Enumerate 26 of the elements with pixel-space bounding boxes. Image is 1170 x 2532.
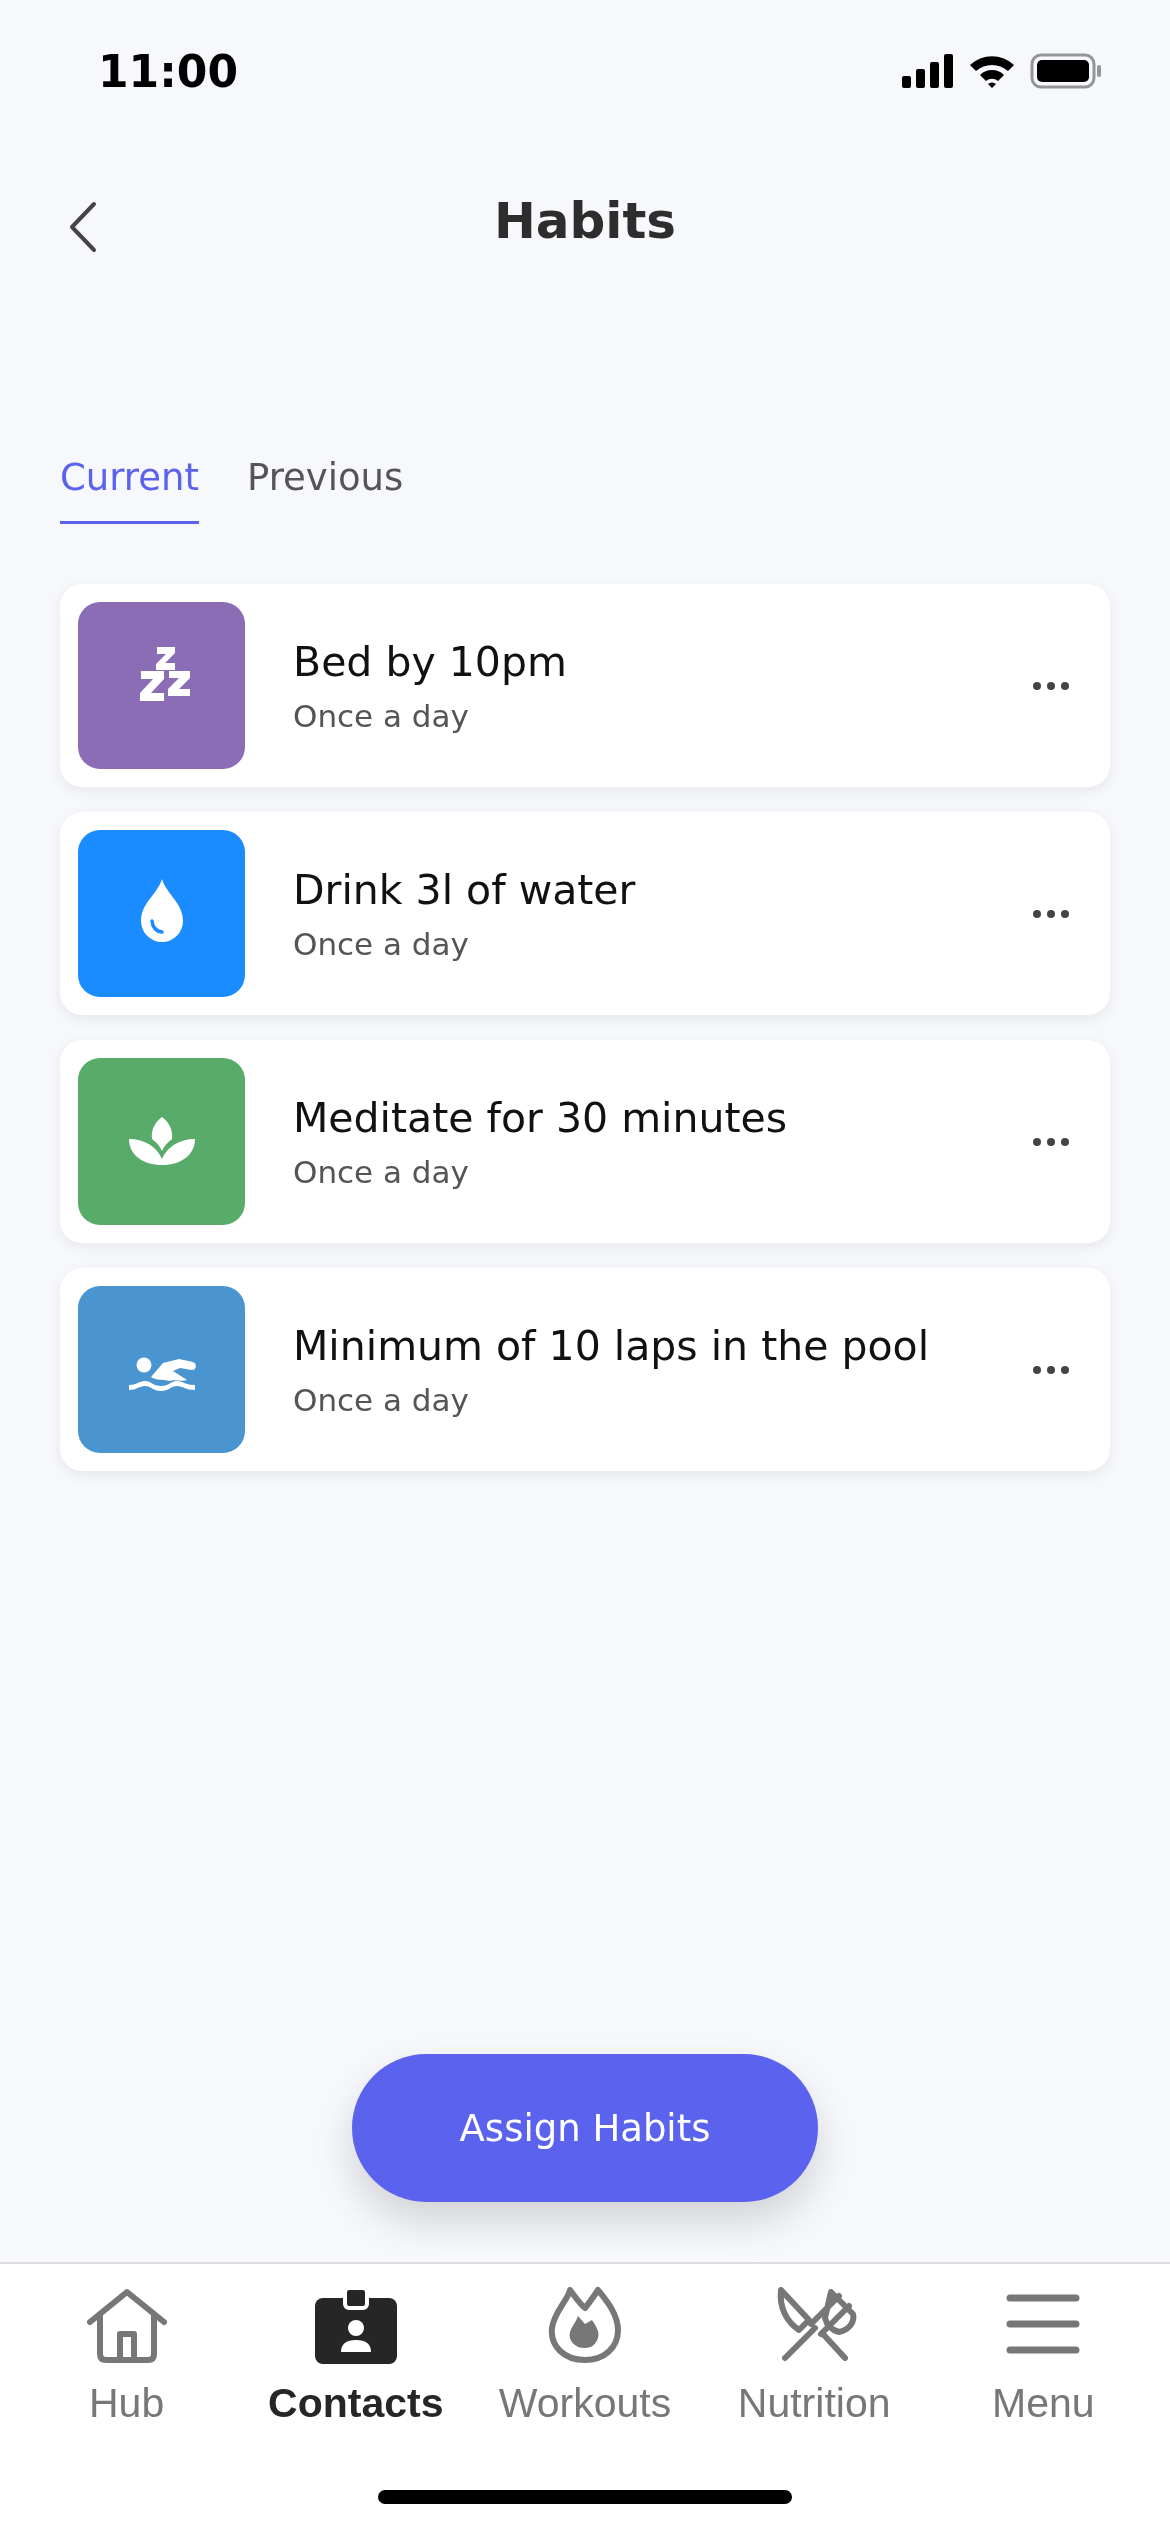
nav-item[interactable]: Contacts [245,2286,466,2456]
habit-frequency: Once a day [293,925,470,962]
habit-card[interactable]: Minimum of 10 laps in the pool Once a day [60,1268,1110,1471]
habit-title: Bed by 10pm [293,637,568,686]
habit-title: Meditate for 30 minutes [293,1093,789,1142]
habit-title: Minimum of 10 laps in the pool [293,1321,931,1370]
habit-card[interactable]: Bed by 10pm Once a day [60,584,1110,787]
nav-item[interactable]: Nutrition [704,2286,925,2456]
tab[interactable]: Current [60,456,199,524]
habit-card[interactable]: Drink 3l of water Once a day [60,812,1110,1015]
nav-item[interactable]: Menu [933,2286,1154,2456]
habit-title: Drink 3l of water [293,865,637,914]
signal-icon [902,54,954,88]
assign-habits-button[interactable]: Assign Habits [352,2054,818,2202]
habit-card[interactable]: Meditate for 30 minutes Once a day [60,1040,1110,1243]
wifi-icon [968,53,1016,89]
habit-frequency: Once a day [293,1381,470,1418]
habit-frequency: Once a day [293,697,470,734]
page-title: Habits [493,192,677,250]
status-time: 11:00 [98,45,239,97]
tab[interactable]: Previous [246,456,404,524]
back-button[interactable] [68,201,98,253]
habit-frequency: Once a day [293,1153,470,1190]
nav-item[interactable]: Hub [16,2286,237,2456]
battery-icon [1030,53,1102,89]
nav-item[interactable]: Workouts [474,2286,695,2456]
